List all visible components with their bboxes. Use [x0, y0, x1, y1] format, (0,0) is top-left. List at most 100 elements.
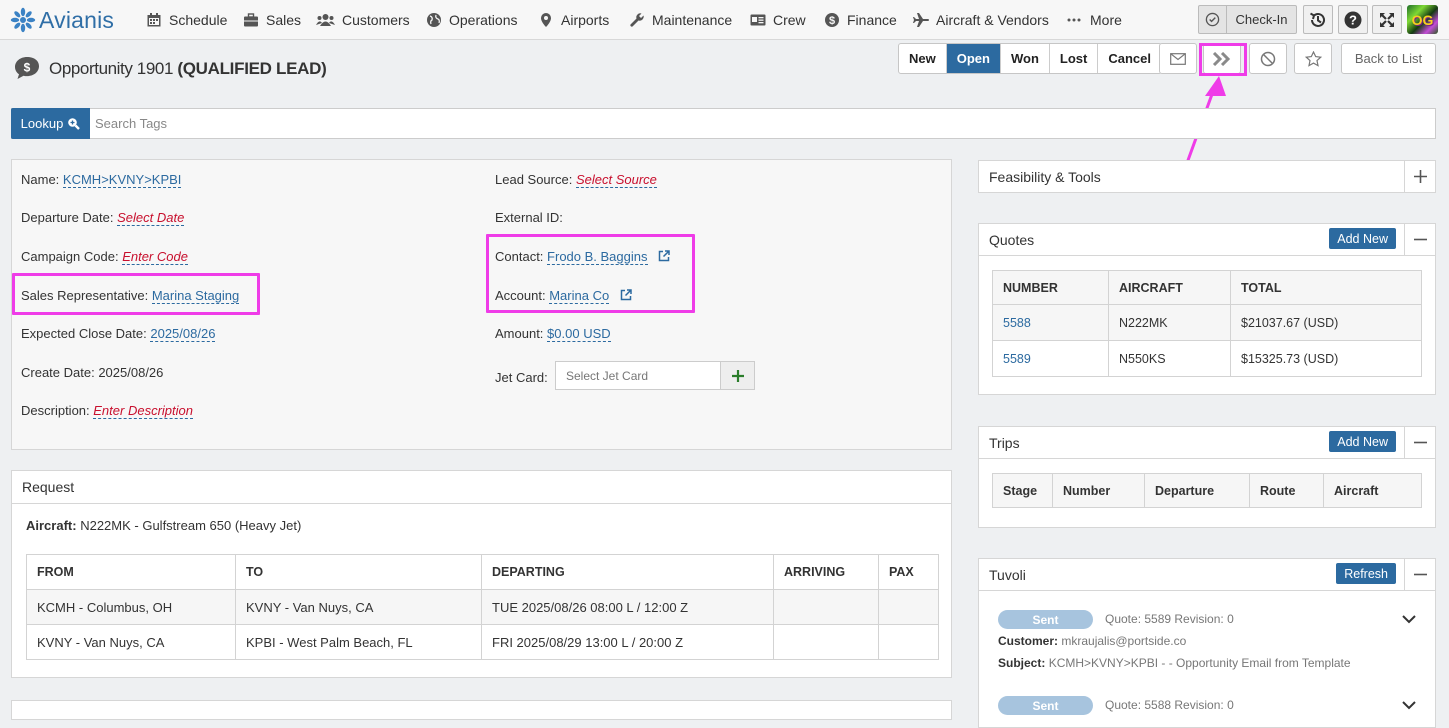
email-button[interactable] [1159, 43, 1197, 74]
lead-source-label: Lead Source: [495, 172, 573, 187]
briefcase-icon [244, 13, 258, 27]
request-aircraft: Aircraft: N222MK - Gulfstream 650 (Heavy… [26, 518, 301, 533]
nav-operations[interactable]: Operations [426, 0, 517, 40]
create-date-value: 2025/08/26 [98, 365, 164, 380]
expected-close-date-field: Expected Close Date: 2025/08/26 [21, 326, 216, 342]
title-prefix: Opportunity 1901 [49, 59, 174, 78]
external-link-icon[interactable] [620, 289, 632, 301]
campaign-code-value[interactable]: Enter Code [122, 249, 188, 265]
nav-label: Finance [847, 12, 897, 28]
table-row: KCMH - Columbus, OH KVNY - Van Nuys, CA … [26, 589, 939, 625]
cell-departing: TUE 2025/08/26 08:00 L / 12:00 Z [481, 589, 774, 625]
nav-crew[interactable]: Crew [750, 0, 806, 40]
nav-label: Airports [561, 12, 610, 28]
name-value[interactable]: KCMH>KVNY>KPBI [62, 172, 182, 188]
external-id-label: External ID: [495, 210, 563, 225]
search-tags-input[interactable] [92, 109, 1435, 138]
column-header-route: Route [1249, 473, 1324, 508]
plus-icon [731, 369, 744, 382]
avatar-text: OG [1411, 11, 1434, 28]
calendar-icon [147, 13, 161, 27]
help-button[interactable]: ? [1338, 5, 1368, 34]
nav-sales[interactable]: Sales [243, 0, 301, 40]
status-new-button[interactable]: New [899, 44, 946, 73]
double-chevron-right-icon [1212, 51, 1231, 66]
back-to-list-button[interactable]: Back to List [1341, 43, 1436, 74]
expand-button[interactable] [1404, 161, 1435, 192]
description-label: Description: [21, 403, 90, 418]
status-lost-button[interactable]: Lost [1048, 44, 1097, 73]
amount-value[interactable]: $0.00 USD [547, 326, 611, 342]
departure-date-value[interactable]: Select Date [117, 210, 185, 226]
history-icon [1310, 12, 1325, 27]
collapse-button[interactable] [1404, 559, 1435, 590]
chevron-down-icon[interactable] [1402, 615, 1416, 624]
nav-more[interactable]: More [1067, 0, 1122, 40]
disqualify-button[interactable] [1249, 43, 1287, 74]
nav-label: Schedule [169, 12, 228, 28]
name-label: Name: [21, 172, 60, 187]
ellipsis-icon [1067, 18, 1081, 22]
minus-icon [1413, 441, 1427, 444]
cell-pax [878, 624, 939, 660]
nav-aircraft-vendors[interactable]: Aircraft & Vendors [913, 0, 1049, 40]
quotes-panel: Quotes Add New NUMBER AIRCRAFT TOTAL 558… [978, 223, 1436, 395]
check-in-button[interactable]: Check-In [1198, 5, 1297, 34]
sales-rep-value[interactable]: Marina Staging [151, 288, 240, 304]
plus-icon [1413, 170, 1427, 183]
tuvoli-subject-value: KCMH>KVNY>KPBI - - Opportunity Email fro… [1048, 656, 1351, 670]
collapse-button[interactable] [1404, 427, 1435, 458]
status-won-button[interactable]: Won [999, 44, 1049, 73]
jet-card-add-button[interactable] [720, 361, 755, 390]
svg-text:$: $ [829, 15, 835, 27]
jet-card-field: Jet Card: [495, 370, 548, 385]
convert-forward-button[interactable] [1203, 43, 1241, 74]
quote-number-link[interactable]: 5588 [1003, 316, 1031, 330]
users-icon [316, 14, 335, 26]
nav-finance[interactable]: $ Finance [824, 0, 897, 40]
tuvoli-header: Tuvoli Refresh [979, 559, 1435, 591]
collapse-button[interactable] [1404, 224, 1435, 255]
trips-title: Trips [989, 434, 1020, 451]
tuvoli-title: Tuvoli [989, 566, 1026, 583]
title-status: (QUALIFIED LEAD) [177, 59, 327, 78]
status-cancel-button[interactable]: Cancel [1097, 44, 1161, 73]
external-link-icon[interactable] [658, 250, 670, 262]
request-title: Request [12, 471, 951, 504]
question-icon: ? [1344, 11, 1362, 28]
contact-value[interactable]: Frodo B. Baggins [547, 249, 648, 265]
column-header-number: Number [1052, 473, 1145, 508]
nav-customers[interactable]: Customers [316, 0, 410, 40]
avianis-logo[interactable]: Avianis [10, 6, 114, 34]
status-open-button[interactable]: Open [945, 44, 1000, 73]
nav-schedule[interactable]: Schedule [146, 0, 227, 40]
trips-add-new-button[interactable]: Add New [1329, 431, 1396, 452]
quote-number-link[interactable]: 5589 [1003, 352, 1031, 366]
cell-from: KVNY - Van Nuys, CA [26, 624, 236, 660]
description-value[interactable]: Enter Description [93, 403, 193, 419]
tuvoli-quote: Quote: 5588 Revision: 0 [1105, 698, 1234, 712]
column-header-from: FROM [26, 554, 236, 590]
expected-close-date-value[interactable]: 2025/08/26 [150, 326, 216, 342]
nav-maintenance[interactable]: Maintenance [629, 0, 732, 40]
check-in-label: Check-In [1235, 12, 1288, 27]
tuvoli-subject-label: Subject: [998, 656, 1046, 670]
favorite-button[interactable] [1294, 43, 1332, 74]
jet-card-select[interactable] [555, 361, 721, 390]
user-avatar[interactable]: OG [1407, 5, 1438, 34]
cell-arriving [773, 624, 879, 660]
tuvoli-refresh-button[interactable]: Refresh [1336, 563, 1396, 584]
history-button[interactable] [1303, 5, 1333, 34]
lead-source-value[interactable]: Select Source [575, 172, 657, 188]
account-value[interactable]: Marina Co [549, 288, 610, 304]
quotes-add-new-button[interactable]: Add New [1329, 228, 1396, 249]
jet-card-label: Jet Card: [495, 370, 548, 385]
column-header-stage: Stage [992, 473, 1053, 508]
nav-airports[interactable]: Airports [538, 0, 609, 40]
lookup-button[interactable]: Lookup [11, 108, 90, 139]
chevron-down-icon[interactable] [1402, 701, 1416, 710]
feasibility-header[interactable]: Feasibility & Tools [979, 161, 1435, 192]
fullscreen-button[interactable] [1372, 5, 1402, 34]
trips-table: Stage Number Departure Route Aircraft [992, 473, 1422, 508]
quotes-header: Quotes Add New [979, 224, 1435, 256]
